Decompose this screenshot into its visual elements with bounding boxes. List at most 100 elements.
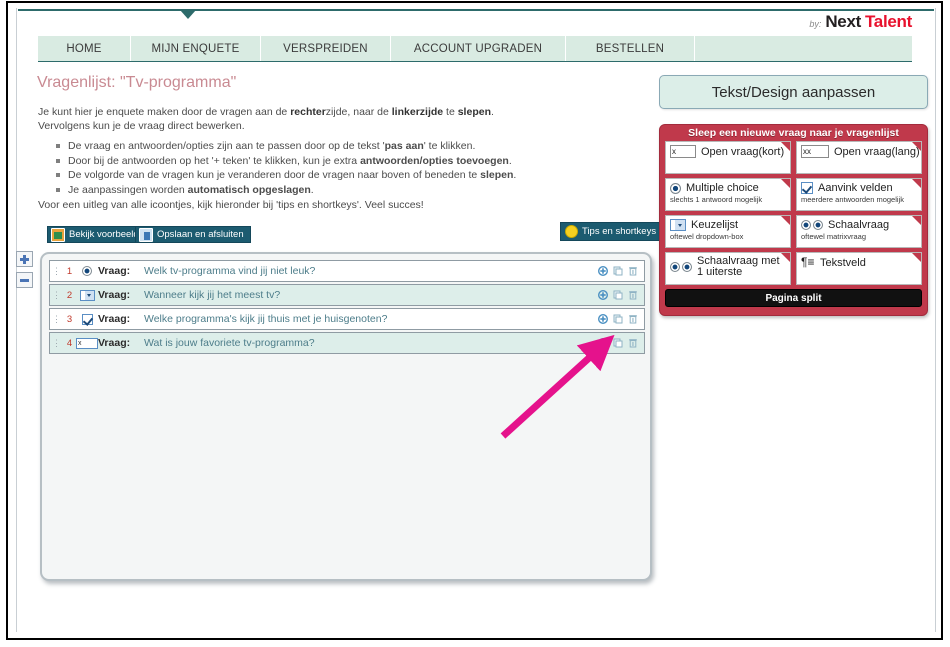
delete-icon[interactable]: [628, 290, 638, 300]
duplicate-icon[interactable]: [613, 290, 623, 300]
app-window: by: Next Talent HOME MIJN ENQUETE VERSPR…: [0, 0, 950, 647]
tips-shortkeys-button[interactable]: Tips en shortkeys: [560, 222, 664, 241]
nav-item-mijn-enquete[interactable]: MIJN ENQUETE: [131, 36, 261, 61]
top-rule: [18, 9, 934, 11]
intro-l2: Vervolgens kun je de vraag direct bewerk…: [38, 120, 245, 132]
question-text[interactable]: Wat is jouw favoriete tv-programma?: [144, 337, 598, 349]
palette-tile-0[interactable]: x Open vraag(kort): [665, 141, 791, 174]
question-list-panel: ⋮ 1 Vraag: Welk tv-programma vind jij niet …: [40, 252, 652, 581]
preview-button[interactable]: Bekijk voorbeeld: [47, 226, 146, 243]
zoom-out-button[interactable]: [16, 272, 33, 288]
bullet-pre: Je aanpassingen worden: [68, 183, 188, 196]
list-item: De vraag en antwoorden/opties zijn aan t…: [56, 139, 616, 154]
add-icon[interactable]: [598, 338, 608, 348]
question-label: Vraag:: [98, 289, 131, 301]
top-marker-triangle-icon: [180, 10, 196, 19]
palette-tile-title: Open vraag(lang): [834, 145, 920, 158]
delete-icon[interactable]: [628, 266, 638, 276]
nav-item-bestellen[interactable]: BESTELLEN: [566, 36, 695, 61]
text-short-icon: x: [670, 145, 696, 158]
scale-icon: [801, 220, 823, 230]
palette-tile-title: Tekstveld: [820, 256, 866, 269]
question-label: Vraag:: [98, 337, 131, 349]
table-row[interactable]: ⋮ 3 Vraag: Welke programma's kijk jij thuis…: [49, 308, 645, 330]
palette-title: Sleep een nieuwe vraag naar je vragenlij…: [688, 127, 899, 139]
drag-handle-icon[interactable]: ⋮: [50, 266, 63, 277]
table-row[interactable]: ⋮ 1 Vraag: Welk tv-programma vind jij niet …: [49, 260, 645, 282]
question-text[interactable]: Wanneer kijk jij het meest tv?: [144, 289, 598, 301]
drag-corner-icon: [912, 142, 921, 151]
table-row[interactable]: ⋮ 2 Vraag: Wanneer kijk jij het meest tv?: [49, 284, 645, 306]
question-label: Vraag:: [98, 313, 131, 325]
add-icon[interactable]: [598, 266, 608, 276]
question-type-palette: Sleep een nieuwe vraag naar je vragenlij…: [659, 124, 928, 316]
save-button-label: Opslaan en afsluiten: [157, 229, 244, 240]
brand-next-label: Next: [825, 12, 861, 31]
nav-item-verspreiden[interactable]: VERSPREIDEN: [261, 36, 391, 61]
tips-button-label: Tips en shortkeys: [582, 226, 657, 237]
delete-icon[interactable]: [628, 338, 638, 348]
question-type-icon: [76, 266, 98, 276]
palette-tile-6[interactable]: Schaalvraag met 1 uiterste: [665, 252, 791, 285]
palette-tile-subtitle: meerdere antwoorden mogelijk: [801, 195, 904, 204]
question-text[interactable]: Welke programma's kijk jij thuis met je …: [144, 313, 598, 325]
nav-item-home[interactable]: HOME: [38, 36, 131, 61]
dropdown-icon: [670, 219, 686, 231]
preview-icon: [51, 227, 65, 242]
question-label: Vraag:: [98, 265, 131, 277]
bullet-strong: automatisch opgeslagen: [187, 183, 311, 196]
palette-tile-7[interactable]: ¶≡ Tekstveld: [796, 252, 922, 285]
drag-handle-icon[interactable]: ⋮: [50, 290, 63, 301]
question-number: 4: [66, 337, 73, 349]
drag-corner-icon: [912, 216, 921, 225]
radio-icon: [82, 266, 92, 276]
nav-filler: [695, 36, 912, 61]
table-row[interactable]: ⋮ 4 x Vraag: Wat is jouw favoriete tv-progra…: [49, 332, 645, 354]
text-input-icon: x: [76, 337, 98, 349]
checkbox-icon: [81, 313, 93, 325]
plus-icon-bar-v: [23, 255, 26, 264]
save-and-close-button[interactable]: Opslaan en afsluiten: [135, 226, 251, 243]
palette-tile-4[interactable]: Keuzelijst oftewel dropdown-box: [665, 215, 791, 248]
question-text[interactable]: Welk tv-programma vind jij niet leuk?: [144, 265, 598, 277]
row-actions: [598, 338, 644, 348]
palette-tile-subtitle: oftewel dropdown-box: [670, 232, 744, 241]
intro-l1d: linkerzijde: [391, 106, 444, 118]
list-item: De volgorde van de vragen kun je verande…: [56, 168, 616, 183]
main-navigation: HOME MIJN ENQUETE VERSPREIDEN ACCOUNT UP…: [38, 36, 912, 61]
palette-tile-1[interactable]: xx Open vraag(lang): [796, 141, 922, 174]
checkbox-icon: [801, 182, 813, 194]
text-design-button[interactable]: Tekst/Design aanpassen: [659, 75, 928, 109]
palette-tile-2[interactable]: Multiple choice slechts 1 antwoord mogeli…: [665, 178, 791, 211]
question-type-icon: [76, 289, 98, 301]
palette-tile-subtitle: slechts 1 antwoord mogelijk: [670, 195, 763, 204]
palette-tile-3[interactable]: Aanvink velden meerdere antwoorden mogeli…: [796, 178, 922, 211]
paragraph-icon: ¶≡: [801, 255, 815, 269]
save-icon: [139, 227, 153, 242]
duplicate-icon[interactable]: [613, 314, 623, 324]
nav-item-account-upgraden[interactable]: ACCOUNT UPGRADEN: [391, 36, 566, 61]
add-icon[interactable]: [598, 314, 608, 324]
duplicate-icon[interactable]: [613, 266, 623, 276]
instruction-bullet-list: De vraag en antwoorden/opties zijn aan t…: [56, 139, 616, 197]
list-item: Je aanpassingen worden automatisch opges…: [56, 183, 616, 198]
drag-corner-icon: [781, 179, 790, 188]
page-title: Vragenlijst: "Tv-programma": [37, 74, 237, 91]
intro-l1b: rechter: [290, 106, 326, 118]
page-split-tile[interactable]: Pagina split: [665, 289, 922, 307]
question-list: ⋮ 1 Vraag: Welk tv-programma vind jij niet …: [49, 260, 645, 356]
palette-tile-title: Aanvink velden: [818, 182, 893, 194]
duplicate-icon[interactable]: [613, 338, 623, 348]
zoom-in-button[interactable]: [16, 251, 33, 267]
drag-handle-icon[interactable]: ⋮: [50, 338, 63, 349]
dropdown-icon: [79, 289, 95, 301]
intro-l1f: slepen: [457, 106, 491, 118]
delete-icon[interactable]: [628, 314, 638, 324]
drag-handle-icon[interactable]: ⋮: [50, 314, 63, 325]
drag-corner-icon: [781, 253, 790, 262]
add-icon[interactable]: [598, 290, 608, 300]
palette-tile-5[interactable]: Schaalvraag oftewel matrixvraag: [796, 215, 922, 248]
palette-tile-subtitle: oftewel matrixvraag: [801, 232, 867, 241]
outro-text: Voor een uitleg van alle icoontjes, kijk…: [38, 199, 424, 211]
question-number: 1: [66, 265, 73, 277]
